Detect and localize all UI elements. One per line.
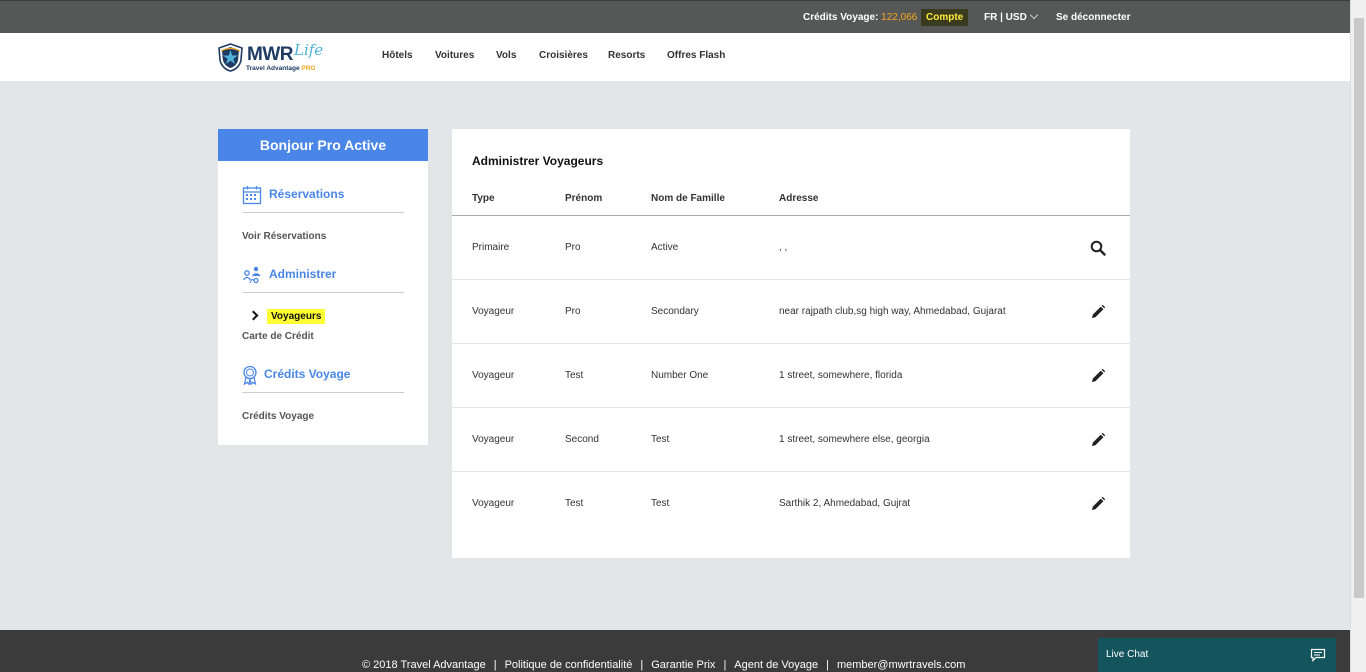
table-row: Voyageur Pro Secondary near rajpath club… — [452, 280, 1130, 344]
pencil-icon[interactable] — [1090, 304, 1106, 320]
cell-last-name: Number One — [651, 370, 709, 381]
column-header-last-name: Nom de Famille — [651, 193, 725, 204]
nav-flights[interactable]: Vols — [496, 50, 516, 61]
language-currency-dropdown[interactable]: FR | USD — [984, 10, 1039, 23]
logo-tagline-text: Travel Advantage — [246, 65, 300, 72]
cell-first-name: Pro — [565, 242, 581, 253]
logo-tagline-pro: PRO — [301, 65, 316, 72]
column-header-address: Adresse — [779, 193, 819, 204]
cell-type: Primaire — [472, 242, 510, 253]
table-header: Type Prénom Nom de Famille Adresse — [452, 191, 1130, 216]
scrollbar-thumb[interactable] — [1354, 18, 1364, 598]
sidebar-section-manage[interactable]: Administrer — [242, 265, 404, 293]
cell-address: Sarthik 2, Ahmedabad, Gujrat — [779, 498, 911, 509]
logo-tagline: Travel Advantage PRO — [246, 65, 316, 72]
sidebar-section-title: Administrer — [269, 267, 337, 281]
table-row: Voyageur Test Test Sarthik 2, Ahmedabad,… — [452, 472, 1130, 536]
footer-link-travel-agent[interactable]: Agent de Voyage — [734, 659, 818, 671]
cell-address: 1 street, somewhere, florida — [779, 370, 903, 381]
cell-type: Voyageur — [472, 306, 515, 317]
cell-type: Voyageur — [472, 370, 515, 381]
cell-first-name: Pro — [565, 306, 581, 317]
pencil-icon[interactable] — [1090, 496, 1106, 512]
logo-brand: MWR — [247, 44, 293, 65]
account-link[interactable]: Compte — [921, 9, 969, 26]
ribbon-icon — [243, 365, 257, 385]
footer-link-email[interactable]: member@mwrtravels.com — [837, 659, 966, 671]
nav-flash-offers[interactable]: Offres Flash — [667, 50, 725, 61]
people-icon — [242, 266, 261, 284]
site-logo[interactable]: MWR Life Travel Advantage PRO — [218, 41, 328, 74]
cell-first-name: Second — [565, 434, 599, 445]
cell-address: near rajpath club,sg high way, Ahmedabad… — [779, 306, 1006, 317]
nav-cars[interactable]: Voitures — [435, 50, 474, 61]
sidebar-item-credit-card[interactable]: Carte de Crédit — [242, 331, 314, 342]
nav-resorts[interactable]: Resorts — [608, 50, 645, 61]
cell-last-name: Test — [651, 434, 670, 445]
travel-credits[interactable]: Crédits Voyage: 122,066 — [803, 12, 917, 23]
live-chat-widget[interactable]: Live Chat — [1098, 638, 1336, 672]
column-header-type: Type — [472, 193, 495, 204]
chevron-down-icon — [1029, 10, 1039, 20]
pencil-icon[interactable] — [1090, 368, 1106, 384]
cell-address: 1 street, somewhere else, georgia — [779, 434, 930, 445]
page-scrollbar[interactable] — [1350, 0, 1366, 672]
sidebar-item-travel-credits[interactable]: Crédits Voyage — [242, 411, 314, 422]
search-icon[interactable] — [1090, 240, 1106, 256]
footer-separator: | — [826, 659, 829, 671]
cell-first-name: Test — [565, 498, 584, 509]
logout-link[interactable]: Se déconnecter — [1056, 12, 1130, 23]
credits-amount: 122,066 — [881, 12, 918, 23]
sidebar-greeting: Bonjour Pro Active — [218, 129, 428, 161]
table-row: Primaire Pro Active , , — [452, 216, 1130, 280]
cell-last-name: Test — [651, 498, 670, 509]
cell-first-name: Test — [565, 370, 584, 381]
sidebar-section-title: Crédits Voyage — [264, 367, 351, 381]
live-chat-label: Live Chat — [1106, 649, 1149, 660]
language-currency-label: FR | USD — [984, 12, 1027, 23]
sidebar-item-label: Voyageurs — [267, 309, 326, 324]
sidebar-section-reservations[interactable]: Réservations — [242, 185, 404, 213]
sidebar-section-travel-credits[interactable]: Crédits Voyage — [242, 365, 404, 393]
sidebar-item-view-reservations[interactable]: Voir Réservations — [242, 231, 326, 242]
table-row: Voyageur Second Test 1 street, somewhere… — [452, 408, 1130, 472]
main-navbar: MWR Life Travel Advantage PRO Hôtels Voi… — [0, 33, 1350, 81]
table-row: Voyageur Test Number One 1 street, somew… — [452, 344, 1130, 408]
footer-link-price-guarantee[interactable]: Garantie Prix — [651, 659, 715, 671]
footer-separator: | — [640, 659, 644, 671]
top-bar: Crédits Voyage: 122,066 Compte FR | USD … — [0, 0, 1350, 33]
footer-copyright: © 2018 Travel Advantage — [362, 659, 486, 671]
logo-script: Life — [294, 41, 324, 59]
footer-separator: | — [723, 659, 727, 671]
shield-logo-icon — [218, 43, 243, 72]
page-title: Administrer Voyageurs — [472, 154, 604, 168]
cell-type: Voyageur — [472, 434, 515, 445]
chat-bubble-icon — [1310, 648, 1326, 662]
footer-link-privacy[interactable]: Politique de confidentialité — [505, 659, 633, 671]
chevron-right-icon — [248, 310, 259, 321]
manage-travelers-panel: Administrer Voyageurs Type Prénom Nom de… — [452, 129, 1130, 558]
cell-type: Voyageur — [472, 498, 515, 509]
cell-last-name: Active — [651, 242, 679, 253]
account-sidebar: Bonjour Pro Active Réservations Voir Rés… — [218, 129, 428, 445]
nav-hotels[interactable]: Hôtels — [382, 50, 413, 61]
nav-cruises[interactable]: Croisières — [539, 50, 588, 61]
cell-address: , , — [779, 242, 788, 253]
sidebar-section-title: Réservations — [269, 187, 345, 201]
column-header-first-name: Prénom — [565, 193, 603, 204]
footer-separator: | — [493, 659, 497, 671]
cell-last-name: Secondary — [651, 306, 699, 317]
pencil-icon[interactable] — [1090, 432, 1106, 448]
credits-label: Crédits Voyage: — [803, 12, 879, 23]
footer-links: © 2018 Travel Advantage | Politique de con… — [362, 659, 965, 671]
calendar-icon — [242, 186, 262, 205]
